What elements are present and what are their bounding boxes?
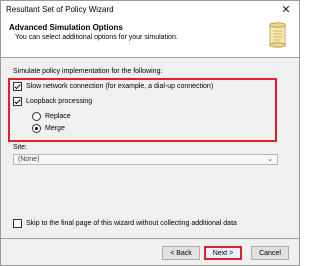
cancel-button[interactable]: Cancel — [251, 246, 289, 260]
replace-radio[interactable] — [32, 112, 41, 121]
scroll-icon — [269, 22, 286, 48]
options-prompt: Simulate policy implementation for the f… — [13, 68, 163, 75]
loopback-option[interactable]: Loopback processing — [13, 97, 92, 106]
title-bar: Resultant Set of Policy Wizard ✕ — [1, 1, 299, 19]
site-label: Site: — [13, 144, 28, 151]
site-value: (None) — [18, 156, 40, 163]
chevron-down-icon[interactable]: ⌄ — [267, 155, 273, 164]
page-subtitle: You can select additional options for yo… — [15, 34, 178, 41]
window-title: Resultant Set of Policy Wizard — [6, 5, 114, 14]
footer-divider — [1, 238, 299, 239]
replace-option[interactable]: Replace — [32, 112, 71, 121]
merge-label: Merge — [45, 125, 65, 132]
site-dropdown[interactable]: (None) ⌄ — [13, 154, 278, 165]
wizard-header: Advanced Simulation Options You can sele… — [1, 19, 299, 58]
replace-label: Replace — [45, 113, 71, 120]
slow-network-option[interactable]: Slow network connection (for example, a … — [13, 82, 213, 91]
close-icon[interactable]: ✕ — [279, 3, 293, 17]
slow-network-label: Slow network connection (for example, a … — [26, 83, 214, 90]
loopback-checkbox[interactable] — [13, 97, 22, 106]
slow-network-checkbox[interactable] — [13, 82, 22, 91]
back-button[interactable]: < Back — [162, 246, 200, 260]
merge-radio[interactable] — [32, 124, 41, 133]
loopback-label: Loopback processing — [26, 98, 93, 105]
skip-label: Skip to the final page of this wizard wi… — [26, 220, 237, 227]
wizard-window: Resultant Set of Policy Wizard ✕ Advance… — [0, 0, 300, 266]
skip-checkbox[interactable] — [13, 219, 22, 228]
page-title: Advanced Simulation Options — [9, 23, 123, 32]
merge-option[interactable]: Merge — [32, 124, 65, 133]
skip-option[interactable]: Skip to the final page of this wizard wi… — [13, 219, 237, 228]
next-button[interactable]: Next > — [204, 246, 242, 260]
